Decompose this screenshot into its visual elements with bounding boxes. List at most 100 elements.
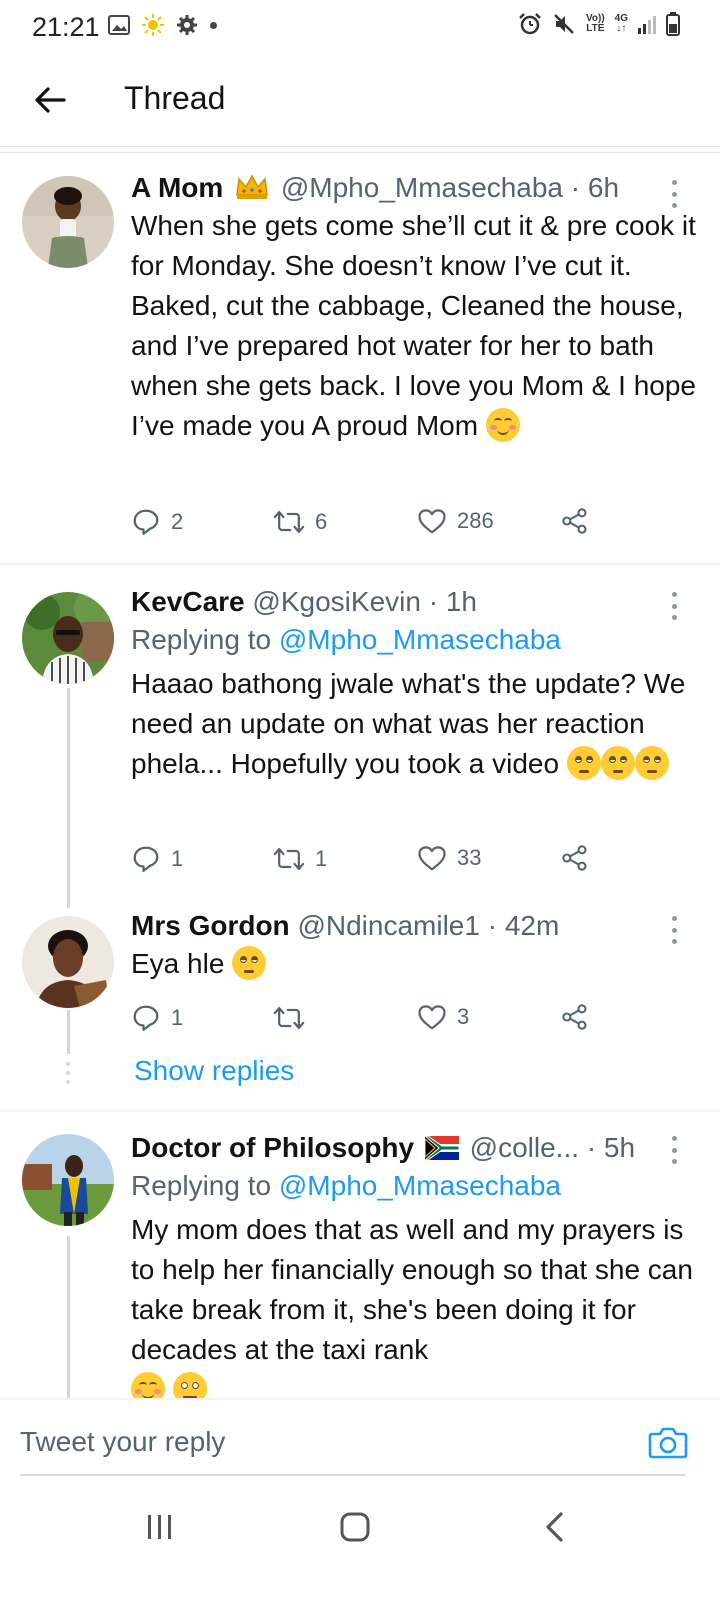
like-count: 3 xyxy=(457,1004,470,1029)
replying-to-mention[interactable]: @Mpho_Mmasechaba xyxy=(279,624,561,655)
tweet-content: A Mom @Mpho_Mmasechaba · 6h When she get… xyxy=(131,170,700,446)
header-divider xyxy=(0,146,720,147)
like-count: 33 xyxy=(457,845,482,870)
author-name[interactable]: Mrs Gordon xyxy=(131,910,290,941)
tweet-kevcare[interactable]: KevCare @KgosiKevin · 1h Replying to @Mp… xyxy=(0,584,720,884)
face-with-rolling-eyes-icon xyxy=(232,946,267,980)
tweet-header: Doctor of Philosophy @colle... · 5h xyxy=(131,1130,700,1166)
back-button[interactable] xyxy=(30,80,70,120)
camera-button[interactable] xyxy=(648,1424,688,1460)
reply-button[interactable]: 1 xyxy=(131,1003,183,1033)
author-name[interactable]: KevCare xyxy=(131,586,245,617)
network-type-indicator: 4G ↓↑ xyxy=(614,13,628,34)
face-with-rolling-eyes-icon xyxy=(634,746,669,780)
author-handle[interactable]: @Ndincamile1 xyxy=(297,910,480,941)
south-africa-flag-icon xyxy=(423,1135,460,1161)
tweet-header: A Mom @Mpho_Mmasechaba · 6h xyxy=(131,170,700,206)
share-button[interactable] xyxy=(561,507,589,535)
author-handle[interactable]: @Mpho_Mmasechaba xyxy=(281,172,563,203)
retweet-button[interactable]: 1 xyxy=(273,844,327,874)
smiling-face-icon xyxy=(131,1372,165,1398)
tweet-text: My mom does that as well and my prayers … xyxy=(131,1210,700,1398)
like-button[interactable]: 3 xyxy=(417,1003,469,1031)
face-with-rolling-eyes-icon xyxy=(600,746,635,780)
replying-to: Replying to @Mpho_Mmasechaba xyxy=(131,1166,700,1206)
reply-count: 2 xyxy=(171,509,184,534)
top-app-bar: Thread xyxy=(0,54,720,146)
retweet-button[interactable]: 6 xyxy=(273,507,327,537)
tweet-time[interactable]: 42m xyxy=(505,910,559,941)
tweet-reply-input[interactable]: Tweet your reply xyxy=(20,1426,225,1458)
tweet-a-mom[interactable]: A Mom @Mpho_Mmasechaba · 6h When she get… xyxy=(0,170,720,560)
like-count: 286 xyxy=(457,508,494,533)
like-button[interactable]: 33 xyxy=(417,844,481,872)
reply-bubble-icon xyxy=(133,846,159,872)
crown-icon xyxy=(236,174,268,199)
reply-button[interactable]: 1 xyxy=(131,844,183,874)
notification-dot-icon xyxy=(210,21,217,29)
retweet-icon xyxy=(273,511,305,533)
tweet-header: KevCare @KgosiKevin · 1h xyxy=(131,584,700,620)
like-button[interactable]: 286 xyxy=(417,507,494,535)
tweet-text: Haaao bathong jwale what's the update? W… xyxy=(131,668,686,780)
more-options-button[interactable] xyxy=(666,180,682,208)
meta-separator: · xyxy=(487,910,498,941)
tweet-time[interactable]: 5h xyxy=(604,1132,635,1163)
recent-apps-icon[interactable] xyxy=(146,1514,174,1540)
tweet-doctor-of-philosophy[interactable]: Doctor of Philosophy @colle... · 5h Repl… xyxy=(0,1130,720,1398)
more-options-button[interactable] xyxy=(666,592,682,620)
replying-to-mention[interactable]: @Mpho_Mmasechaba xyxy=(279,1170,561,1201)
tweet-actions: 2 6 286 xyxy=(131,507,611,539)
smiling-face-with-blush-icon xyxy=(485,408,520,442)
reply-count: 1 xyxy=(171,1005,184,1030)
settings-gear-icon xyxy=(177,15,197,35)
share-icon xyxy=(562,845,587,871)
reply-bubble-icon xyxy=(133,1005,159,1031)
arrow-left-icon xyxy=(35,87,66,113)
home-icon[interactable] xyxy=(340,1512,370,1542)
tweet-divider xyxy=(0,1110,720,1112)
header-divider-secondary xyxy=(0,152,720,153)
meta-separator: · xyxy=(428,586,439,617)
author-handle[interactable]: @KgosiKevin xyxy=(252,586,421,617)
system-navigation-bar xyxy=(0,1480,720,1600)
tweet-mrs-gordon[interactable]: Mrs Gordon @Ndincamile1 · 42m Eya hle 1 … xyxy=(0,908,720,1098)
status-right-icons: Vo)) LTE 4G ↓↑ xyxy=(518,12,680,36)
replying-prefix: Replying to xyxy=(131,1170,272,1201)
retweet-icon xyxy=(273,1007,305,1029)
tweet-actions: 1 1 33 xyxy=(131,844,611,876)
replying-prefix: Replying to xyxy=(131,624,272,655)
tweet-time[interactable]: 6h xyxy=(588,172,619,203)
status-left-icons xyxy=(108,14,217,36)
avatar[interactable] xyxy=(22,916,114,1008)
back-chevron-icon[interactable] xyxy=(543,1512,565,1542)
retweet-button[interactable] xyxy=(273,1003,315,1033)
reply-count: 1 xyxy=(171,846,184,871)
reply-bubble-icon xyxy=(133,509,159,535)
composer-underline xyxy=(20,1474,685,1476)
page-title: Thread xyxy=(124,80,226,116)
share-button[interactable] xyxy=(561,1003,589,1031)
more-options-button[interactable] xyxy=(666,916,682,944)
tweet-time[interactable]: 1h xyxy=(446,586,477,617)
signal-strength-icon xyxy=(638,16,656,34)
avatar[interactable] xyxy=(22,592,114,684)
replying-to: Replying to @Mpho_Mmasechaba xyxy=(131,620,700,660)
battery-icon xyxy=(666,12,680,36)
avatar[interactable] xyxy=(22,1134,114,1226)
share-button[interactable] xyxy=(561,844,589,872)
tweet-content: Doctor of Philosophy @colle... · 5h Repl… xyxy=(131,1130,700,1398)
author-name[interactable]: Doctor of Philosophy xyxy=(131,1132,414,1163)
more-options-button[interactable] xyxy=(666,1136,682,1164)
tweet-content: KevCare @KgosiKevin · 1h Replying to @Mp… xyxy=(131,584,700,784)
author-name[interactable]: A Mom xyxy=(131,172,223,203)
more-replies-dots xyxy=(65,1062,71,1084)
tweet-header: Mrs Gordon @Ndincamile1 · 42m xyxy=(131,908,700,944)
tweet-text: Eya hle xyxy=(131,944,700,984)
meta-separator: · xyxy=(586,1132,597,1163)
tweet-text: When she gets come she’ll cut it & pre c… xyxy=(131,210,696,442)
reply-button[interactable]: 2 xyxy=(131,507,183,537)
show-replies-link[interactable]: Show replies xyxy=(134,1055,294,1087)
avatar[interactable] xyxy=(22,176,114,268)
author-handle[interactable]: @colle... xyxy=(470,1132,579,1163)
